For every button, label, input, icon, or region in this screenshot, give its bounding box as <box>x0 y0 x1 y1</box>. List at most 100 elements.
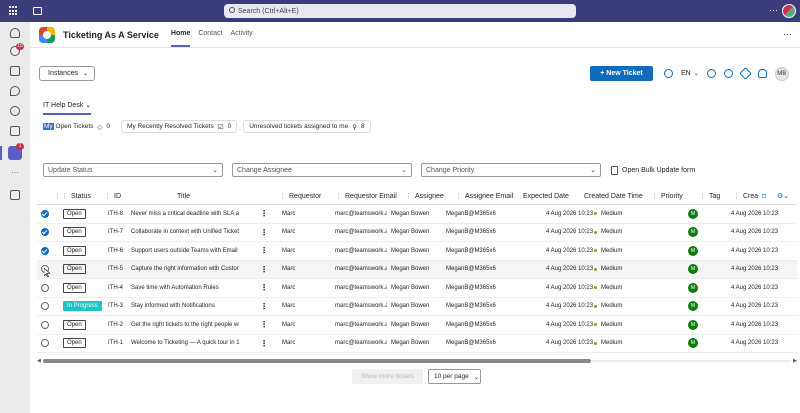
column-expected-date[interactable]: Expected Date <box>523 188 569 204</box>
column-tag[interactable]: ⋮ Tag <box>699 188 720 204</box>
column-id[interactable]: ⋮ ID <box>104 188 121 204</box>
profile-avatar[interactable] <box>782 4 796 18</box>
scroll-thumb[interactable] <box>43 359 591 363</box>
change-priority-dropdown[interactable]: Change Priority ⌄ <box>421 163 601 177</box>
ticket-id[interactable]: ITH-4 <box>108 279 123 297</box>
column-requestor[interactable]: ⋮ Requestor <box>279 188 321 204</box>
show-more-button[interactable]: Show more tickets <box>352 369 423 384</box>
workspace-selector[interactable]: IT Help Desk ⌄ <box>43 101 92 115</box>
table-row[interactable]: Open ITH-7 Collaborate in context with Uni… <box>37 224 797 242</box>
headset-icon[interactable] <box>757 69 767 78</box>
table-row[interactable]: Open ITH-4 Save time with Automation Rules… <box>37 279 797 298</box>
tab-activity[interactable]: Activity <box>230 22 252 47</box>
tab-contact[interactable]: Contact <box>198 22 222 47</box>
side-panel-icon[interactable] <box>33 7 42 15</box>
column-settings-icon[interactable]: ⚙⌄ <box>777 188 789 204</box>
scroll-right-icon[interactable]: ▶ <box>793 358 797 364</box>
row-checkbox-icon[interactable] <box>41 246 49 255</box>
calendar-icon[interactable] <box>10 66 20 76</box>
row-select[interactable] <box>41 242 49 260</box>
table-row[interactable]: Open ITH-2 Get the right tickets to the ri… <box>37 316 797 335</box>
ticket-id[interactable]: ITH-2 <box>108 316 123 334</box>
diamond-icon[interactable] <box>738 67 752 80</box>
ticket-id[interactable]: ITH-3 <box>108 298 123 316</box>
app-launcher-icon[interactable] <box>9 6 19 16</box>
ticket-title[interactable]: Support users outside Teams with Email t… <box>131 242 239 260</box>
ticket-title[interactable]: Get the right tickets to the right peopl… <box>131 316 239 334</box>
info-icon[interactable] <box>723 69 733 78</box>
row-checkbox-icon[interactable] <box>41 320 49 329</box>
search-box[interactable]: Search (Ctrl+Alt+E) <box>224 4 576 18</box>
horizontal-scrollbar[interactable]: ◀ ▶ <box>37 358 797 364</box>
view-unresolved-assigned[interactable]: Unresolved tickets assigned to me ⚲ 8 <box>243 120 371 133</box>
ticket-title[interactable]: Never miss a critical deadline with SLA … <box>131 205 239 223</box>
view-recently-resolved[interactable]: My Recently Resolved Tickets ☑ 0 <box>121 120 238 133</box>
ticket-id[interactable]: ITH-5 <box>108 261 123 279</box>
tab-home[interactable]: Home <box>170 22 191 47</box>
column-crea[interactable]: ⋮ Crea <box>733 188 758 204</box>
view-my-open-tickets[interactable]: My Open Tickets ◇ 0 <box>43 120 115 133</box>
table-row[interactable]: Open ITH-6 Support users outside Teams wit… <box>37 242 797 261</box>
activity-bell-icon[interactable] <box>10 28 20 38</box>
row-checkbox-icon[interactable] <box>41 283 49 292</box>
row-select[interactable] <box>41 279 49 297</box>
onedrive-icon[interactable] <box>10 106 20 116</box>
copilot-icon[interactable] <box>10 126 20 136</box>
open-bulk-update-button[interactable]: Open Bulk Update form <box>611 166 695 175</box>
scroll-left-icon[interactable]: ◀ <box>37 358 41 364</box>
column-assignee-email[interactable]: ⋮ Assignee Email <box>455 188 513 204</box>
instances-dropdown[interactable]: Instances ⌄ <box>39 66 95 81</box>
column-requestor-email[interactable]: ⋮ Requestor Email <box>335 188 397 204</box>
ticket-title[interactable]: Capture the right information with Custo… <box>131 261 239 279</box>
add-app-icon[interactable] <box>10 190 20 200</box>
language-selector[interactable]: EN <box>681 70 691 77</box>
status-badge[interactable]: Open <box>63 208 86 219</box>
row-select[interactable] <box>41 205 49 223</box>
app-more-icon[interactable]: ··· <box>783 29 792 39</box>
settings-gear-icon[interactable] <box>706 69 716 78</box>
row-checkbox-icon[interactable] <box>41 302 49 311</box>
update-status-dropdown[interactable]: Update Status ⌄ <box>43 163 223 177</box>
per-page-dropdown[interactable]: 10 per page ⌄ <box>428 369 481 384</box>
status-badge[interactable]: In Progress <box>63 301 102 312</box>
status-badge[interactable]: Open <box>63 282 86 293</box>
table-row[interactable]: Open ITH-5 Capture the right information w… <box>37 260 797 279</box>
row-menu-kebab-icon[interactable]: ⋮ <box>260 224 268 242</box>
ticket-id[interactable]: ITH-6 <box>108 242 123 260</box>
globe-icon[interactable] <box>664 69 673 78</box>
ticket-title[interactable]: Welcome to Ticketing — A quick tour in 1… <box>131 335 239 353</box>
user-avatar[interactable]: MB <box>774 66 789 81</box>
ticket-id[interactable]: ITH-1 <box>108 335 123 353</box>
row-menu-kebab-icon[interactable]: ⋮ <box>260 316 268 334</box>
status-badge[interactable]: Open <box>63 245 86 256</box>
ticket-id[interactable]: ITH-8 <box>108 205 123 223</box>
more-options-icon[interactable]: ··· <box>769 5 778 15</box>
row-menu-kebab-icon[interactable]: ⋮ <box>260 242 268 260</box>
row-menu-kebab-icon[interactable]: ⋮ <box>260 335 268 353</box>
new-ticket-button[interactable]: + New Ticket <box>590 66 653 81</box>
row-select[interactable] <box>41 224 49 242</box>
row-select[interactable] <box>41 316 49 334</box>
bookmark-icon[interactable]: ⌑ <box>762 188 766 204</box>
column-created-date-time[interactable]: Created Date Time <box>584 188 643 204</box>
table-row[interactable]: Open ITH-8 Never miss a critical deadline … <box>37 205 797 224</box>
status-badge[interactable]: Open <box>63 319 86 330</box>
row-select[interactable] <box>41 298 49 316</box>
ticket-id[interactable]: ITH-7 <box>108 224 123 242</box>
row-menu-kebab-icon[interactable]: ⋮ <box>260 279 268 297</box>
column-status[interactable]: ⋮ Status <box>61 188 91 204</box>
row-menu-kebab-icon[interactable]: ⋮ <box>260 205 268 223</box>
column-title[interactable]: Title <box>177 188 190 204</box>
calls-icon[interactable] <box>10 86 20 96</box>
ticket-title[interactable]: Stay informed with Notifications <box>131 298 239 316</box>
more-apps-icon[interactable]: ··· <box>11 168 19 177</box>
table-row[interactable]: In Progress ITH-3 Stay informed with Notif… <box>37 298 797 316</box>
ticket-title[interactable]: Save time with Automation Rules <box>131 279 239 297</box>
status-badge[interactable]: Open <box>63 264 86 275</box>
row-checkbox-icon[interactable] <box>41 209 49 218</box>
table-row[interactable]: Open ITH-1 Welcome to Ticketing — A quick … <box>37 335 797 353</box>
ticket-title[interactable]: Collaborate in context with Unified Tick… <box>131 224 239 242</box>
status-badge[interactable]: Open <box>63 338 86 349</box>
row-select[interactable] <box>41 335 49 353</box>
row-menu-kebab-icon[interactable]: ⋮ <box>260 298 268 316</box>
